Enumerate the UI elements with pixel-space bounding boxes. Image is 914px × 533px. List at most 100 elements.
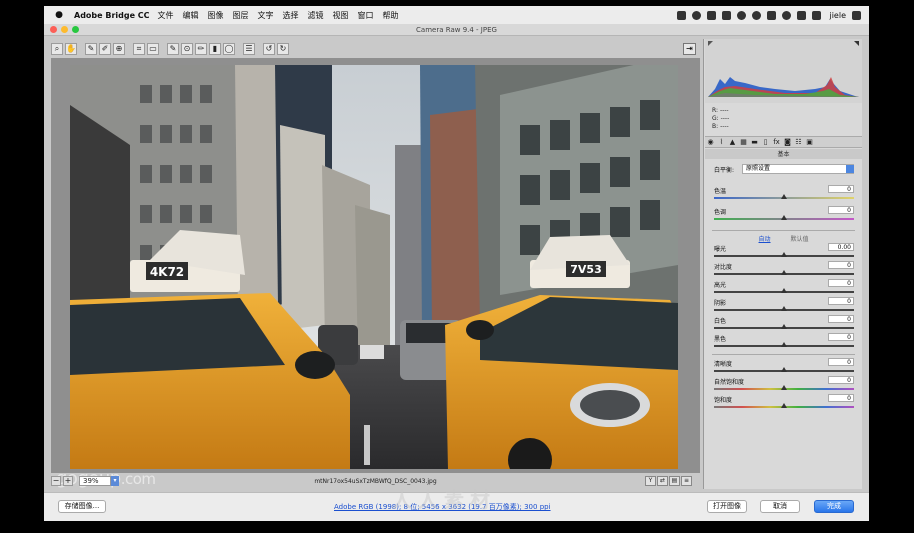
menu-file[interactable]: 文件	[158, 10, 174, 21]
tint-value[interactable]: 0	[828, 206, 854, 214]
view-buttons: Y ⇄ ▤ ≡	[644, 476, 692, 486]
before-after-y-icon[interactable]: Y	[645, 476, 656, 486]
toggle-settings-icon[interactable]: ≡	[681, 476, 692, 486]
color-sampler-icon[interactable]: ✐	[99, 43, 111, 55]
radial-filter-icon[interactable]: ◯	[223, 43, 235, 55]
panel-section-title: 基本	[705, 149, 862, 159]
input-source-icon[interactable]	[812, 10, 822, 20]
logo-watermark: 人人素材	[392, 488, 496, 512]
vibrance-slider[interactable]	[781, 385, 787, 390]
tab-camera-calibration-icon[interactable]: ◙	[782, 137, 793, 147]
highlights-value[interactable]: 0	[828, 279, 854, 287]
contrast-slider[interactable]	[781, 270, 787, 275]
open-image-button[interactable]: 打开图像	[707, 500, 747, 513]
exposure-slider[interactable]	[781, 252, 787, 257]
tab-presets-icon[interactable]: ☷	[793, 137, 804, 147]
vibrance-value[interactable]: 0	[828, 376, 854, 384]
status-bar: − + 39% ▾ mtNr17ox54uSxTzMBWfQ_DSC_0043.…	[51, 475, 700, 487]
tab-snapshots-icon[interactable]: ▣	[804, 137, 815, 147]
record-icon[interactable]	[692, 10, 702, 20]
menu-bar: ● Adobe Bridge CC 文件 编辑 图像 图层 文字 选择 滤镜 视…	[44, 6, 869, 24]
search-icon[interactable]	[752, 10, 762, 20]
status-icons: jiele	[677, 10, 861, 20]
camera-raw-window: Camera Raw 9.4 - JPEG ⌕ ✋ ✎ ✐ ⊕ ⌗ ▭ ✎ ⊙ …	[44, 24, 869, 521]
menu-view[interactable]: 视图	[333, 10, 349, 21]
cancel-button[interactable]: 取消	[760, 500, 800, 513]
temperature-value[interactable]: 0	[828, 185, 854, 193]
tab-effects-icon[interactable]: fx	[771, 137, 782, 147]
hand-tool-icon[interactable]: ✋	[65, 43, 77, 55]
window-title: Camera Raw 9.4 - JPEG	[416, 25, 497, 34]
clarity-slider[interactable]	[781, 367, 787, 372]
wifi-icon[interactable]	[782, 10, 792, 20]
white-balance-icon[interactable]: ✎	[85, 43, 97, 55]
swap-settings-icon[interactable]: ⇄	[657, 476, 668, 486]
menu-edit[interactable]: 编辑	[183, 10, 199, 21]
cloud-icon[interactable]	[722, 10, 732, 20]
exposure-value[interactable]: 0.00	[828, 243, 854, 251]
apple-menu-icon[interactable]: ●	[52, 10, 66, 20]
menu-select[interactable]: 选择	[283, 10, 299, 21]
image-preview[interactable]: 4K72 7V53	[51, 58, 700, 473]
red-eye-icon[interactable]: ⊙	[181, 43, 193, 55]
tab-split-toning-icon[interactable]: ▬	[749, 137, 760, 147]
tab-detail-icon[interactable]: ▲	[727, 137, 738, 147]
default-link[interactable]: 默认值	[790, 236, 808, 243]
menu-filter[interactable]: 滤镜	[308, 10, 324, 21]
battery-icon[interactable]	[797, 10, 807, 20]
tab-basic-icon[interactable]: ◉	[705, 137, 716, 147]
whites-value[interactable]: 0	[828, 315, 854, 323]
exposure-label: 曝光	[714, 246, 727, 253]
blacks-value[interactable]: 0	[828, 333, 854, 341]
shadows-value[interactable]: 0	[828, 297, 854, 305]
auto-link[interactable]: 自动	[759, 236, 771, 243]
tint-slider[interactable]	[781, 215, 787, 220]
rotate-ccw-icon[interactable]: ↺	[263, 43, 275, 55]
menu-layer[interactable]: 图层	[233, 10, 249, 21]
b-label: B:	[712, 123, 719, 130]
blacks-slider[interactable]	[781, 342, 787, 347]
copy-settings-icon[interactable]: ▤	[669, 476, 680, 486]
menu-image[interactable]: 图像	[208, 10, 224, 21]
saturation-slider[interactable]	[781, 403, 787, 408]
menu-help[interactable]: 帮助	[383, 10, 399, 21]
clarity-value[interactable]: 0	[828, 358, 854, 366]
contrast-value[interactable]: 0	[828, 261, 854, 269]
save-image-button[interactable]: 存储图像...	[58, 500, 106, 513]
straighten-icon[interactable]: ▭	[147, 43, 159, 55]
rgb-readout: R: ---- G: ---- B: ----	[712, 107, 729, 131]
tab-tone-curve-icon[interactable]: ⌇	[716, 137, 727, 147]
crop-icon[interactable]: ⌗	[133, 43, 145, 55]
creative-cloud-icon[interactable]	[707, 10, 717, 20]
tab-lens-icon[interactable]: ▯	[760, 137, 771, 147]
white-balance-select[interactable]: 原照设置	[742, 164, 854, 174]
list-icon[interactable]	[852, 10, 861, 20]
menu-window[interactable]: 窗口	[358, 10, 374, 21]
eye-icon[interactable]	[737, 10, 747, 20]
graduated-filter-icon[interactable]: ▮	[209, 43, 221, 55]
saturation-value[interactable]: 0	[828, 394, 854, 402]
app-menu[interactable]: Adobe Bridge CC	[74, 11, 150, 20]
user-name[interactable]: jiele	[829, 11, 846, 20]
shadows-slider[interactable]	[781, 306, 787, 311]
adjustment-brush-icon[interactable]: ✏	[195, 43, 207, 55]
temperature-slider[interactable]	[781, 194, 787, 199]
done-button[interactable]: 完成	[814, 500, 854, 513]
spot-removal-icon[interactable]: ✎	[167, 43, 179, 55]
highlights-slider[interactable]	[781, 288, 787, 293]
histogram	[705, 39, 862, 103]
preferences-icon[interactable]: ☰	[243, 43, 255, 55]
tool-bar: ⌕ ✋ ✎ ✐ ⊕ ⌗ ▭ ✎ ⊙ ✏ ▮ ◯ ☰ ↺ ↻	[51, 41, 699, 57]
b-value: ----	[720, 123, 729, 130]
rotate-cw-icon[interactable]: ↻	[277, 43, 289, 55]
zoom-tool-icon[interactable]: ⌕	[51, 43, 63, 55]
fullscreen-toggle-icon[interactable]: ⇥	[683, 43, 696, 55]
bluetooth-icon[interactable]	[767, 10, 777, 20]
menu-type[interactable]: 文字	[258, 10, 274, 21]
whites-slider[interactable]	[781, 324, 787, 329]
status-item-icon[interactable]	[677, 10, 687, 20]
chevron-down-icon[interactable]	[846, 165, 854, 173]
target-adjust-icon[interactable]: ⊕	[113, 43, 125, 55]
g-label: G:	[712, 115, 719, 122]
tab-hsl-icon[interactable]: ▦	[738, 137, 749, 147]
